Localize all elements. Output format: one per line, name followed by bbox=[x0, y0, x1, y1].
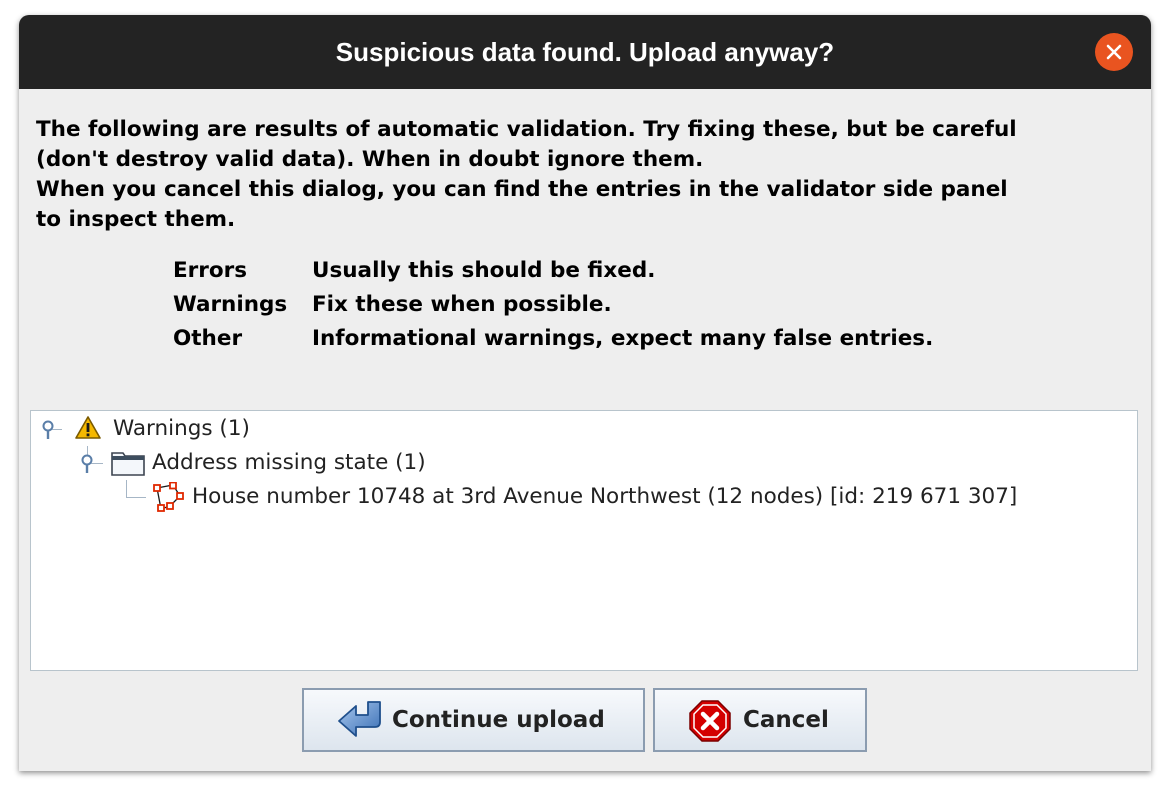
legend-term: Other bbox=[173, 326, 243, 351]
tree-node-address-missing-state[interactable]: Address missing state (1) bbox=[31, 446, 491, 480]
collapse-toggle-icon[interactable] bbox=[40, 420, 56, 440]
message-line: to inspect them. bbox=[36, 207, 236, 232]
tree-node-label: House number 10748 at 3rd Avenue Northwe… bbox=[192, 484, 1018, 509]
continue-upload-button[interactable]: Continue upload bbox=[302, 688, 645, 752]
button-label: Continue upload bbox=[392, 707, 605, 733]
dialog-title: Suspicious data found. Upload anyway? bbox=[335, 37, 835, 67]
closed-way-icon bbox=[153, 482, 184, 512]
legend-description: Usually this should be fixed. bbox=[312, 258, 656, 283]
upload-arrow-icon bbox=[338, 701, 381, 737]
message-line: When you cancel this dialog, you can fin… bbox=[36, 177, 1008, 202]
warning-icon bbox=[75, 416, 101, 439]
validation-message: The following are results of automatic v… bbox=[36, 115, 1136, 235]
legend-term: Errors bbox=[173, 258, 248, 283]
message-line: The following are results of automatic v… bbox=[36, 117, 1017, 142]
cancel-button[interactable]: Cancel bbox=[653, 688, 867, 752]
legend-term: Warnings bbox=[173, 292, 288, 317]
message-line: (don't destroy valid data). When in doub… bbox=[36, 147, 704, 172]
tree-node-warnings[interactable]: Warnings (1) bbox=[31, 412, 331, 446]
tree-node-label: Address missing state (1) bbox=[152, 450, 426, 475]
tree-node-house-number[interactable]: House number 10748 at 3rd Avenue Northwe… bbox=[31, 480, 1131, 514]
legend-description: Informational warnings, expect many fals… bbox=[312, 326, 934, 351]
tree-node-label: Warnings (1) bbox=[113, 416, 250, 441]
button-label: Cancel bbox=[743, 707, 829, 733]
close-icon bbox=[1106, 44, 1122, 60]
folder-icon bbox=[111, 452, 145, 476]
cancel-icon bbox=[689, 700, 731, 742]
legend-description: Fix these when possible. bbox=[312, 292, 612, 317]
collapse-toggle-icon[interactable] bbox=[79, 454, 95, 474]
upload-dialog: Suspicious data found. Upload anyway? Th… bbox=[19, 15, 1151, 771]
validation-tree[interactable]: Warnings (1) Address missing state (1) H… bbox=[30, 410, 1138, 671]
close-button[interactable] bbox=[1095, 33, 1133, 71]
